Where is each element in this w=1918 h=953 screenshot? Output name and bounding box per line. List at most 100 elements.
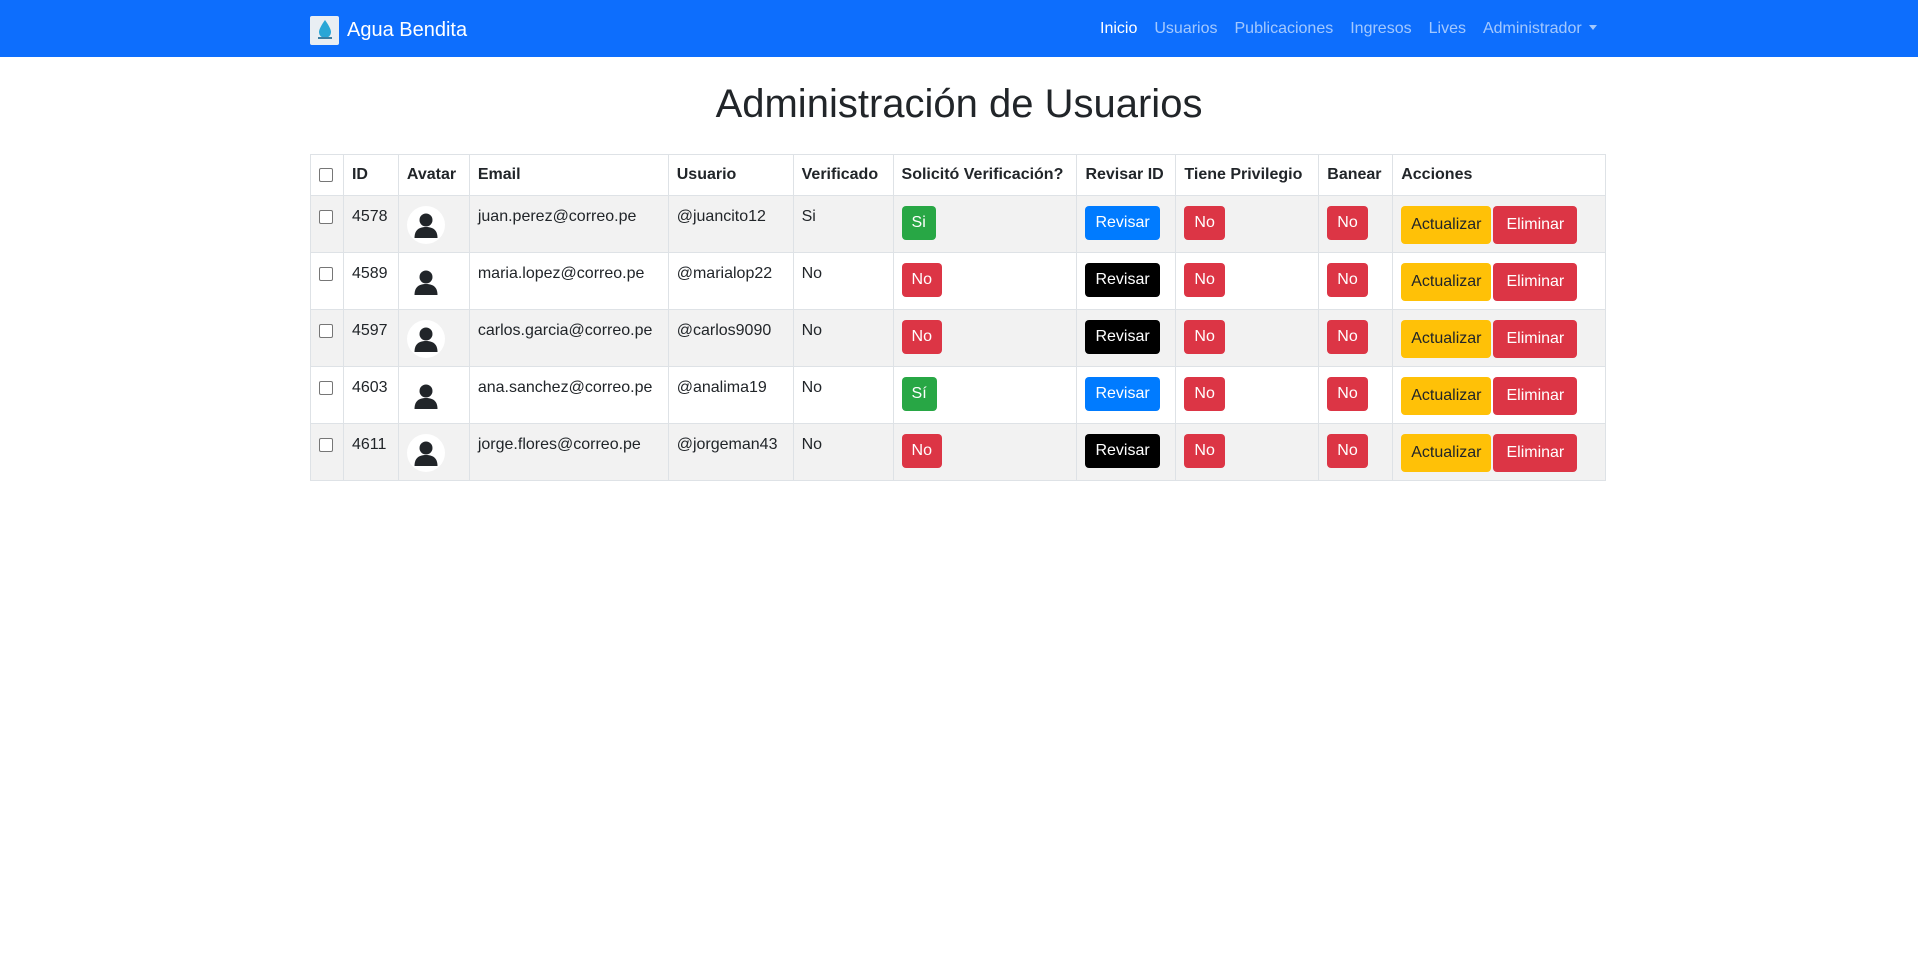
cell-id: 4603 [342,366,399,424]
users-table: ID Avatar Email Usuario Verificado Solic… [310,154,1606,481]
cell-avatar [397,195,470,253]
header-banear: Banear [1318,154,1394,196]
revisar-id-button[interactable]: Revisar [1085,377,1160,411]
privilegio-button[interactable]: No [1184,320,1225,354]
table-header-row: ID Avatar Email Usuario Verificado Solic… [310,154,1606,196]
cell-banear: No [1318,366,1394,424]
cell-id: 4589 [342,252,399,310]
row-checkbox[interactable] [319,438,333,452]
row-checkbox[interactable] [319,267,333,281]
cell-email: carlos.garcia@correo.pe [468,309,669,367]
cell-solicito: Si [892,195,1078,253]
row-checkbox[interactable] [319,381,333,395]
banear-button[interactable]: No [1327,377,1368,411]
header-revisar-id: Revisar ID [1076,154,1177,196]
actualizar-button[interactable]: Actualizar [1401,320,1492,358]
cell-revisar: Revisar [1076,366,1177,424]
user-silhouette-icon [414,213,438,238]
table-row: 4589 maria.lopez@correo.pe @marialop22 N… [310,252,1606,310]
row-select-cell [310,423,344,481]
cell-id: 4597 [342,309,399,367]
eliminar-button[interactable]: Eliminar [1493,263,1578,301]
eliminar-button[interactable]: Eliminar [1493,206,1578,244]
cell-usuario: @carlos9090 [667,309,794,367]
nav-link-lives[interactable]: Lives [1429,20,1466,38]
nav-links: Inicio Usuarios Publicaciones Ingresos L… [1100,0,1614,57]
cell-acciones: Actualizar Eliminar [1392,309,1606,367]
cell-banear: No [1318,309,1394,367]
revisar-id-button[interactable]: Revisar [1085,206,1160,240]
nav-link-usuarios[interactable]: Usuarios [1154,20,1217,38]
row-checkbox[interactable] [319,210,333,224]
nav-link-publicaciones[interactable]: Publicaciones [1235,20,1334,38]
select-all-checkbox[interactable] [319,168,333,182]
solicito-verificacion-button[interactable]: Si [901,206,936,240]
nav-dropdown-label: Administrador [1482,19,1582,37]
avatar [406,377,445,415]
header-usuario: Usuario [667,154,794,196]
banear-button[interactable]: No [1327,263,1368,297]
cell-privilegio: No [1175,252,1320,310]
water-drop-logo-icon [310,15,339,45]
solicito-verificacion-button[interactable]: Sí [901,377,937,411]
table-row: 4603 ana.sanchez@correo.pe @analima19 No… [310,366,1606,424]
revisar-id-button[interactable]: Revisar [1085,434,1160,468]
cell-banear: No [1318,252,1394,310]
avatar [406,320,445,358]
cell-banear: No [1318,195,1394,253]
nav-link-inicio[interactable]: Inicio [1100,20,1137,38]
cell-email: ana.sanchez@correo.pe [468,366,669,424]
table-row: 4578 juan.perez@correo.pe @juancito12 Si… [310,195,1606,253]
row-checkbox[interactable] [319,324,333,338]
privilegio-button[interactable]: No [1184,377,1225,411]
cell-avatar [397,423,470,481]
page-title: Administración de Usuarios [715,82,1203,126]
actualizar-button[interactable]: Actualizar [1401,206,1492,244]
revisar-id-button[interactable]: Revisar [1085,320,1160,354]
cell-acciones: Actualizar Eliminar [1392,366,1606,424]
cell-usuario: @jorgeman43 [667,423,794,481]
actualizar-button[interactable]: Actualizar [1401,377,1492,415]
privilegio-button[interactable]: No [1184,206,1225,240]
brand-link[interactable]: Agua Bendita [310,15,467,45]
banear-button[interactable]: No [1327,320,1368,354]
user-silhouette-icon [414,441,438,466]
cell-privilegio: No [1175,423,1320,481]
privilegio-button[interactable]: No [1184,434,1225,468]
header-email: Email [468,154,669,196]
cell-revisar: Revisar [1076,252,1177,310]
row-select-cell [310,366,344,424]
privilegio-button[interactable]: No [1184,263,1225,297]
actualizar-button[interactable]: Actualizar [1401,434,1492,472]
solicito-verificacion-button[interactable]: No [901,434,942,468]
cell-usuario: @marialop22 [667,252,794,310]
row-select-cell [310,309,344,367]
solicito-verificacion-button[interactable]: No [901,320,942,354]
cell-id: 4611 [342,423,399,481]
nav-dropdown-administrador[interactable]: Administrador [1483,20,1597,38]
nav-link-ingresos[interactable]: Ingresos [1350,20,1411,38]
header-tiene-privilegio: Tiene Privilegio [1175,154,1320,196]
cell-acciones: Actualizar Eliminar [1392,252,1606,310]
cell-email: maria.lopez@correo.pe [468,252,669,310]
top-navbar: Agua Bendita Inicio Usuarios Publicacion… [0,0,1918,57]
cell-verificado: No [792,309,894,367]
cell-revisar: Revisar [1076,423,1177,481]
solicito-verificacion-button[interactable]: No [901,263,942,297]
eliminar-button[interactable]: Eliminar [1493,377,1578,415]
banear-button[interactable]: No [1327,206,1368,240]
cell-usuario: @analima19 [667,366,794,424]
avatar [406,263,445,301]
brand-name: Agua Bendita [347,18,468,41]
table-row: 4597 carlos.garcia@correo.pe @carlos9090… [310,309,1606,367]
cell-solicito: No [892,309,1078,367]
revisar-id-button[interactable]: Revisar [1085,263,1160,297]
user-silhouette-icon [414,270,438,295]
actualizar-button[interactable]: Actualizar [1401,263,1492,301]
cell-usuario: @juancito12 [667,195,794,253]
eliminar-button[interactable]: Eliminar [1493,434,1578,472]
row-select-cell [310,252,344,310]
eliminar-button[interactable]: Eliminar [1493,320,1578,358]
cell-verificado: No [792,423,894,481]
banear-button[interactable]: No [1327,434,1368,468]
